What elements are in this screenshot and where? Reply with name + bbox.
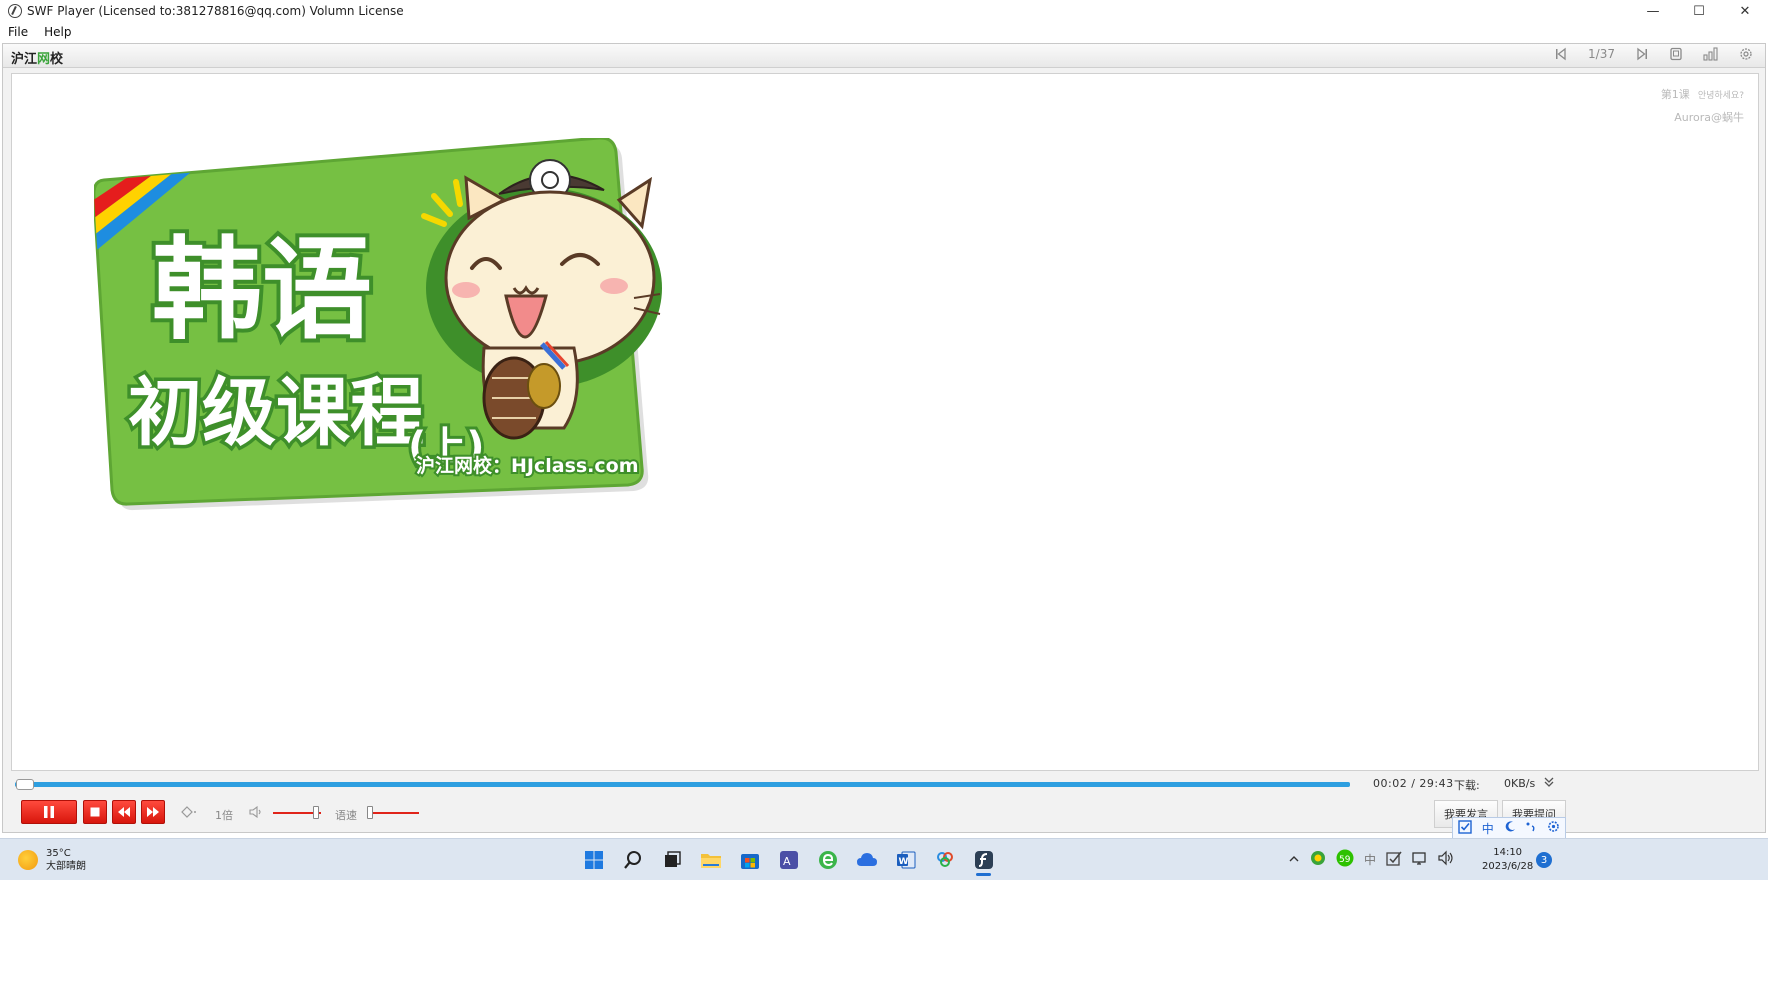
network-app-icon[interactable] — [925, 844, 964, 876]
download-label: 下载: — [1454, 779, 1480, 792]
search-icon[interactable] — [613, 844, 652, 876]
rewind-icon — [118, 807, 130, 817]
close-button[interactable]: ✕ — [1722, 0, 1768, 22]
taskbar-apps: A W — [574, 844, 1003, 876]
download-speed: 0KB/s — [1504, 777, 1536, 790]
cover-title-line2: 初级课程 — [128, 370, 424, 456]
window-controls: — ☐ ✕ — [1630, 0, 1768, 22]
ime-punct-icon[interactable] — [1525, 821, 1537, 836]
page-controls: 1/37 — [1534, 47, 1753, 61]
tray-plus-green-icon[interactable] — [1310, 850, 1326, 869]
time-display: 00:02 / 29:43 — [1373, 777, 1454, 790]
ime-check-icon[interactable] — [1458, 819, 1472, 837]
task-view-icon[interactable] — [652, 844, 691, 876]
notes-icon[interactable] — [1669, 47, 1683, 61]
microsoft-store-icon[interactable] — [730, 844, 769, 876]
ime-toolbar: 中 — [1452, 817, 1566, 839]
maximize-button[interactable]: ☐ — [1676, 0, 1722, 22]
page-counter: 1/37 — [1588, 47, 1615, 61]
lesson-korean: 안녕하세요? — [1697, 91, 1744, 101]
volume-speaker-icon[interactable] — [249, 805, 263, 821]
lesson-info: 第1课 안녕하세요? Aurora@蜗牛 — [1653, 84, 1744, 128]
menu-bar: File Help — [0, 22, 1768, 42]
minimize-button[interactable]: — — [1630, 0, 1676, 22]
title-bar: SWF Player (Licensed to:381278816@qq.com… — [0, 0, 1768, 22]
window-title: SWF Player (Licensed to:381278816@qq.com… — [27, 4, 404, 18]
sun-weather-icon — [18, 850, 38, 870]
svg-text:A: A — [783, 855, 791, 868]
tray-overflow-chevron-icon[interactable] — [1288, 853, 1300, 867]
rate-slider-track[interactable] — [367, 812, 419, 814]
course-cover-card: 韩语 初级课程 (上) 沪江网校：HJclass.com — [92, 136, 674, 518]
lesson-author: Aurora@蜗牛 — [1674, 111, 1744, 124]
brand-prefix: 沪江 — [11, 52, 38, 67]
cover-site: 沪江网校：HJclass.com — [416, 454, 639, 477]
slide-stage[interactable]: 第1课 안녕하세요? Aurora@蜗牛 韩语 初级课程 (上) 沪江网校：HJ… — [11, 73, 1759, 771]
tray-volume-icon[interactable] — [1438, 850, 1454, 869]
word-app-icon[interactable]: W — [886, 844, 925, 876]
pause-icon — [44, 806, 54, 818]
next-page-icon[interactable] — [1635, 47, 1649, 61]
fast-forward-button[interactable] — [141, 800, 165, 824]
course-cover-artwork: 韩语 初级课程 (上) 沪江网校：HJclass.com — [92, 136, 662, 511]
player-toolbar: 沪江网校 1/37 — [3, 44, 1765, 68]
player-frame: 沪江网校 1/37 第1课 안녕하세요? Aurora@蜗牛 韩语 初级课程 (… — [2, 43, 1766, 833]
system-tray: 59 中 — [1288, 849, 1454, 870]
pause-button[interactable] — [21, 800, 77, 824]
progress-bar[interactable] — [15, 779, 1350, 790]
windows-start-icon[interactable] — [574, 844, 613, 876]
weather-widget[interactable]: 35°C 大部晴朗 — [18, 847, 86, 873]
brand-logo: 沪江网校 — [11, 48, 63, 67]
flash-app-icon — [8, 4, 22, 18]
time-total: 29:43 — [1419, 777, 1454, 790]
bookmark-diamond-icon[interactable] — [181, 806, 197, 821]
ime-settings-gear-icon[interactable] — [1547, 820, 1560, 836]
tray-ime[interactable]: 中 — [1364, 851, 1376, 868]
brand-green: 网 — [37, 52, 51, 67]
settings-gear-icon[interactable] — [1739, 47, 1753, 61]
file-explorer-icon[interactable] — [691, 844, 730, 876]
system-clock[interactable]: 14:10 2023/6/28 — [1482, 846, 1533, 874]
speed-label[interactable]: 1倍 — [215, 807, 233, 823]
rate-label: 语速 — [335, 809, 357, 822]
clock-date: 2023/6/28 — [1482, 861, 1534, 872]
rate-slider-thumb[interactable] — [366, 806, 373, 819]
svg-text:W: W — [898, 857, 908, 867]
brand-suffix: 校 — [50, 52, 64, 67]
time-current: 00:02 — [1373, 777, 1408, 790]
weather-temperature: 35°C — [46, 848, 71, 859]
stats-icon[interactable] — [1703, 47, 1719, 61]
ime-moon-icon[interactable] — [1504, 820, 1516, 836]
fast-forward-icon — [147, 807, 159, 817]
tray-wechat-icon[interactable]: 59 — [1336, 849, 1354, 870]
time-separator: / — [1411, 777, 1416, 790]
prev-page-icon[interactable] — [1554, 47, 1568, 61]
volume-slider-thumb[interactable] — [313, 806, 320, 819]
lesson-number: 第1课 — [1660, 88, 1690, 101]
menu-help[interactable]: Help — [36, 25, 79, 39]
progress-thumb[interactable] — [16, 779, 34, 790]
progress-row: 00:02 / 29:43 下载: 0KB/s — [11, 774, 1759, 796]
svg-text:59: 59 — [1339, 855, 1351, 865]
swf-player-taskbar-icon[interactable] — [964, 844, 1003, 876]
cloud-app-icon[interactable] — [847, 844, 886, 876]
taskbar: 35°C 大部晴朗 A W 59 中 14:10 2023/6/28 3 — [0, 838, 1768, 880]
progress-fill — [15, 782, 1350, 787]
expand-chevron-icon[interactable] — [1543, 776, 1555, 791]
browser-e-icon[interactable] — [808, 844, 847, 876]
menu-file[interactable]: File — [0, 25, 36, 39]
weather-condition: 大部晴朗 — [46, 861, 86, 872]
tray-network-icon[interactable] — [1412, 850, 1428, 869]
ime-mode[interactable]: 中 — [1482, 820, 1494, 837]
cover-title-line1: 韩语 — [152, 226, 372, 354]
stop-button[interactable] — [83, 800, 107, 824]
stop-icon — [90, 807, 100, 817]
clock-time: 14:10 — [1493, 847, 1523, 858]
notification-badge[interactable]: 3 — [1536, 852, 1552, 868]
rewind-button[interactable] — [112, 800, 136, 824]
translator-app-icon[interactable]: A — [769, 844, 808, 876]
tray-checkbox-icon[interactable] — [1386, 850, 1402, 869]
